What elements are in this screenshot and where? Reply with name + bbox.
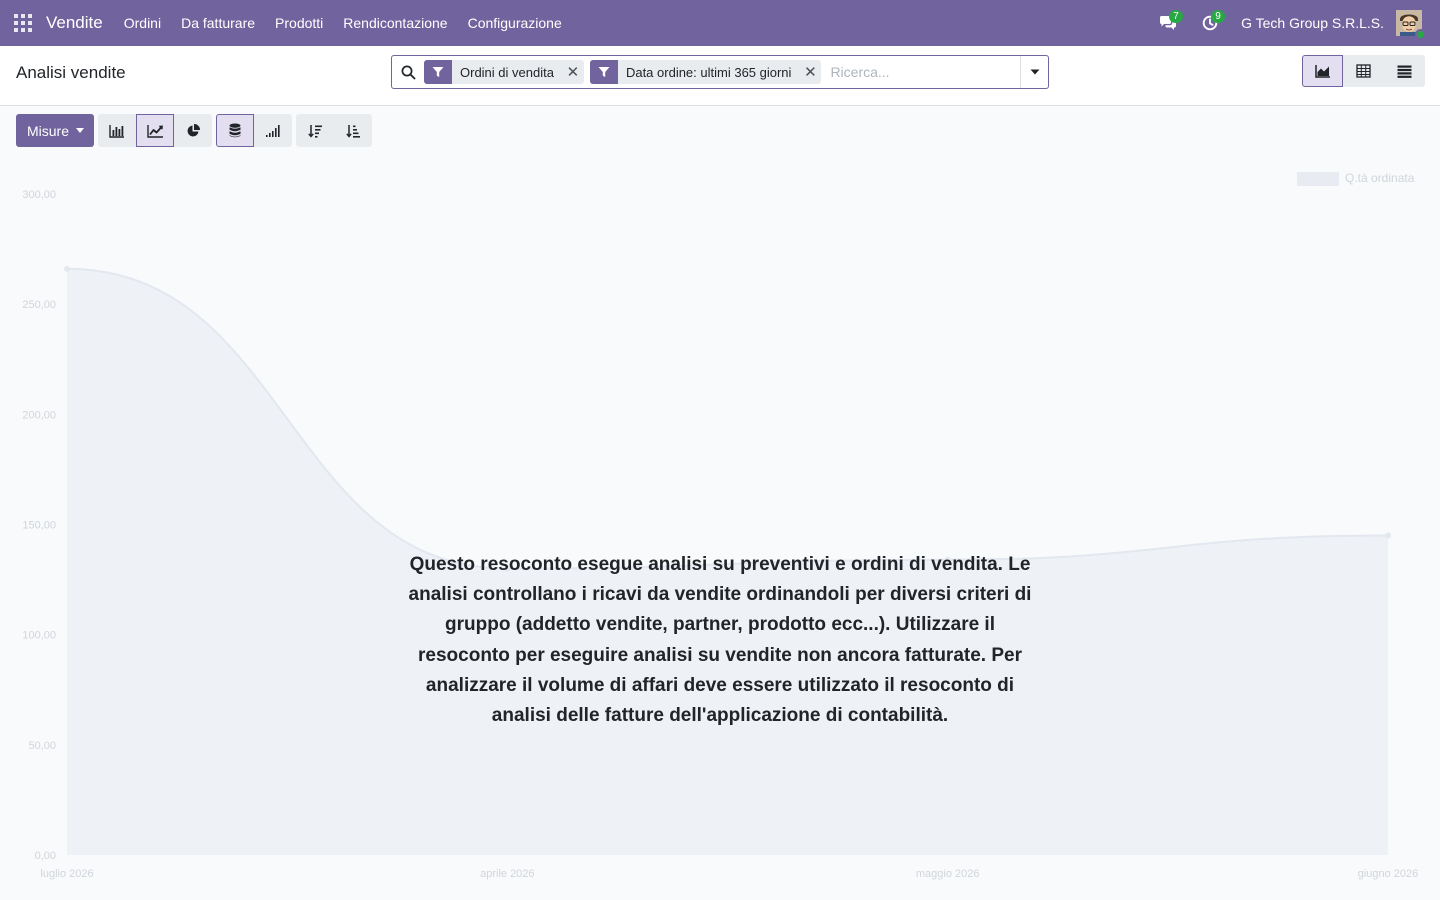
x-tick-label: luglio 2026 xyxy=(40,868,93,880)
facet-data-ordine: Data ordine: ultimi 365 giorni ✕ xyxy=(589,60,822,84)
activities-button[interactable]: 9 xyxy=(1189,0,1231,46)
caret-down-icon xyxy=(76,128,85,133)
facet-label: Ordini di vendita xyxy=(460,64,554,80)
control-panel: Analisi vendite Ordini di vendita ✕ Data… xyxy=(0,46,1440,106)
database-icon xyxy=(229,123,241,138)
x-tick-label: aprile 2026 xyxy=(480,868,534,880)
online-status-dot xyxy=(1415,29,1426,40)
y-tick-label: 0,00 xyxy=(35,850,56,862)
filter-icon xyxy=(589,60,618,84)
sort-descending-icon xyxy=(307,124,322,138)
line-chart-icon xyxy=(146,124,163,138)
search-bar: Ordini di vendita ✕ Data ordine: ultimi … xyxy=(391,55,1049,89)
apps-grid-icon xyxy=(14,14,32,32)
stack-mode-group xyxy=(216,114,293,147)
sort-ascending-button[interactable] xyxy=(334,114,373,147)
search-icon[interactable] xyxy=(392,65,424,80)
search-input[interactable] xyxy=(827,64,1020,80)
filter-icon xyxy=(424,60,452,84)
legend-swatch xyxy=(1297,172,1339,186)
list-icon xyxy=(1397,65,1412,78)
menu-configurazione[interactable]: Configurazione xyxy=(458,0,572,46)
bar-chart-button[interactable] xyxy=(98,114,137,147)
graph-container: 0,00 50,00 100,00 150,00 200,00 250,00 300,00 l… xyxy=(0,160,1440,900)
sales-chart: 0,00 50,00 100,00 150,00 200,00 250,00 300,00 l… xyxy=(22,171,1419,880)
menu-prodotti[interactable]: Prodotti xyxy=(265,0,333,46)
company-switcher[interactable]: G Tech Group S.R.L.S. xyxy=(1231,15,1396,31)
sort-ascending-icon xyxy=(345,124,360,138)
measures-label: Misure xyxy=(27,122,70,139)
graph-toolbar: Misure xyxy=(16,114,376,147)
chart-type-group xyxy=(98,114,213,147)
cumulative-button[interactable] xyxy=(254,114,293,147)
pie-chart-button[interactable] xyxy=(174,114,213,147)
app-menu-button[interactable] xyxy=(0,0,46,46)
caret-down-icon xyxy=(1030,69,1039,75)
menu-ordini[interactable]: Ordini xyxy=(114,0,171,46)
messages-badge: 7 xyxy=(1169,10,1184,23)
page-title: Analisi vendite xyxy=(16,63,126,82)
x-tick-label: giugno 2026 xyxy=(1358,868,1419,880)
search-options-toggle[interactable] xyxy=(1020,56,1048,88)
stacked-button[interactable] xyxy=(216,114,255,147)
pivot-view-button[interactable] xyxy=(1343,55,1384,87)
sort-group xyxy=(296,114,373,147)
pie-chart-icon xyxy=(187,123,200,137)
help-message: Questo resoconto esegue analisi su preve… xyxy=(408,554,1032,727)
top-navbar: Vendite Ordini Da fatturare Prodotti Ren… xyxy=(0,0,1440,46)
graph-view-button[interactable] xyxy=(1302,55,1343,87)
activities-badge: 9 xyxy=(1211,10,1226,23)
area-chart-icon xyxy=(1314,65,1330,78)
bar-chart-icon xyxy=(109,124,125,138)
y-tick-label: 50,00 xyxy=(28,740,56,752)
data-point xyxy=(64,265,70,272)
close-icon[interactable]: ✕ xyxy=(799,60,821,84)
systray: 7 9 G Tech Group S.R.L.S. xyxy=(1147,0,1440,46)
measures-dropdown[interactable]: Misure xyxy=(16,114,95,147)
y-tick-label: 200,00 xyxy=(22,409,56,421)
list-view-button[interactable] xyxy=(1384,55,1425,87)
y-tick-label: 250,00 xyxy=(22,299,56,311)
facet-ordini-di-vendita: Ordini di vendita ✕ xyxy=(424,60,584,84)
table-icon xyxy=(1356,64,1371,78)
data-point xyxy=(1385,532,1391,539)
facet-label: Data ordine: ultimi 365 giorni xyxy=(625,64,792,80)
line-chart-button[interactable] xyxy=(136,114,175,147)
y-tick-label: 300,00 xyxy=(22,189,56,201)
messages-button[interactable]: 7 xyxy=(1147,0,1189,46)
y-tick-label: 150,00 xyxy=(22,520,56,532)
y-tick-label: 100,00 xyxy=(22,630,56,642)
app-name[interactable]: Vendite xyxy=(46,13,103,33)
menu-rendicontazione[interactable]: Rendicontazione xyxy=(333,0,457,46)
close-icon[interactable]: ✕ xyxy=(562,60,584,84)
sort-descending-button[interactable] xyxy=(296,114,335,147)
signal-bars-icon xyxy=(266,125,280,137)
menu-da-fatturare[interactable]: Da fatturare xyxy=(171,0,265,46)
x-tick-label: maggio 2026 xyxy=(916,868,980,880)
user-avatar[interactable] xyxy=(1396,10,1426,40)
view-switcher xyxy=(1302,55,1425,87)
legend-label: Q.tà ordinata xyxy=(1345,171,1415,185)
